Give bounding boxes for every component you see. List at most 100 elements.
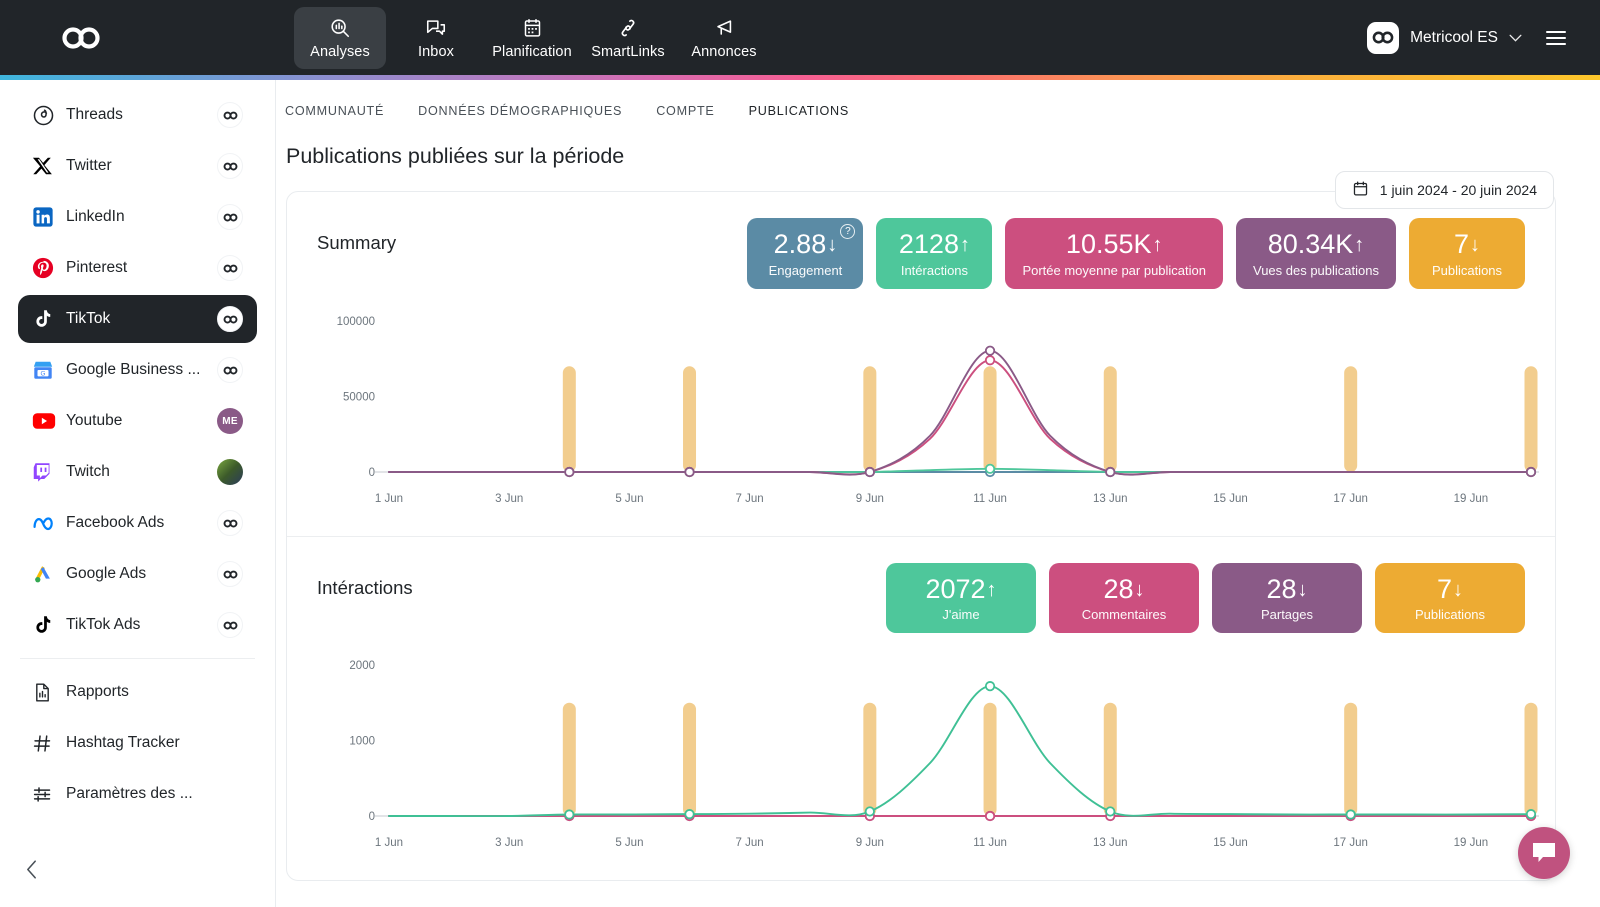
nav-item-analyses[interactable]: Analyses xyxy=(294,6,386,69)
series-line[interactable] xyxy=(388,685,1532,818)
threads-icon xyxy=(32,104,66,127)
publication-bar[interactable] xyxy=(1103,703,1117,817)
kpi-label: Vues des publications xyxy=(1253,262,1379,278)
hamburger-menu-icon[interactable] xyxy=(1544,25,1568,51)
infinity-badge xyxy=(217,306,243,332)
tab-donnees-demographiques[interactable]: DONNÉES DÉMOGRAPHIQUES xyxy=(418,104,622,118)
data-point-marker[interactable] xyxy=(684,809,695,820)
nav-item-annonces[interactable]: Annonces xyxy=(678,7,770,69)
kpi-label: Partages xyxy=(1260,607,1314,623)
nav-label: Annonces xyxy=(691,44,757,60)
kpi-interactions[interactable]: 2128 ↑ Intéractions xyxy=(876,218,993,289)
sidebar-item-rapports[interactable]: Rapports xyxy=(18,668,257,716)
tab-publications[interactable]: PUBLICATIONS xyxy=(749,104,849,118)
publication-bar[interactable] xyxy=(1524,365,1538,472)
data-point-marker[interactable] xyxy=(684,466,695,477)
publication-bar[interactable] xyxy=(1103,365,1117,472)
publication-bar[interactable] xyxy=(683,703,697,817)
data-point-marker[interactable] xyxy=(864,466,875,477)
publication-bar[interactable] xyxy=(983,365,997,472)
data-point-marker[interactable] xyxy=(1525,466,1537,477)
data-point-marker[interactable] xyxy=(984,463,996,474)
publication-bar[interactable] xyxy=(1344,365,1358,472)
interactions-header: Intéractions 2072 ↑ J'aime 28 ↓ Commenta… xyxy=(317,562,1525,634)
tab-communaute[interactable]: COMMUNAUTÉ xyxy=(285,104,384,118)
tab-compte[interactable]: COMPTE xyxy=(656,104,714,118)
publication-bar[interactable] xyxy=(562,365,576,472)
sidebar-item-youtube[interactable]: Youtube ME xyxy=(18,397,257,445)
publication-bar[interactable] xyxy=(863,703,877,817)
kpi-engagement[interactable]: ? 2.88 ↓ Engagement xyxy=(747,218,864,289)
sidebar-item-linkedin[interactable]: LinkedIn xyxy=(18,193,257,241)
kpi-value-group: 80.34K ↑ xyxy=(1268,229,1365,260)
nav-label: Planification xyxy=(492,44,572,60)
publication-bar[interactable] xyxy=(683,365,697,472)
sidebar-item-label: Google Business ... xyxy=(66,361,201,378)
sidebar-item-hashtag-tracker[interactable]: Hashtag Tracker xyxy=(18,719,257,767)
data-point-marker[interactable] xyxy=(1105,806,1116,817)
publication-bar[interactable] xyxy=(1524,703,1538,817)
kpi-value-group: 2.88 ↓ xyxy=(774,229,838,260)
publication-bar[interactable] xyxy=(983,703,997,817)
chevron-left-icon[interactable] xyxy=(26,860,37,885)
data-point-marker[interactable] xyxy=(984,681,996,692)
topnav-right-group: Metricool ES xyxy=(1367,0,1568,75)
linkedin-icon xyxy=(32,206,66,228)
data-point-marker[interactable] xyxy=(1345,809,1356,820)
sidebar-item-tiktok[interactable]: TikTok xyxy=(18,295,257,343)
sidebar-item-twitch[interactable]: Twitch xyxy=(18,448,257,496)
data-point-marker[interactable] xyxy=(984,354,996,366)
x-axis-tick-label: 19 Jun xyxy=(1454,837,1489,849)
kpi-publications-interactions[interactable]: 7 ↓ Publications xyxy=(1375,562,1525,634)
sub-tab-bar: COMMUNAUTÉ DONNÉES DÉMOGRAPHIQUES COMPTE… xyxy=(276,80,1600,118)
infinity-badge xyxy=(217,153,243,179)
data-point-marker[interactable] xyxy=(1525,809,1537,820)
data-point-marker[interactable] xyxy=(984,811,996,822)
analytics-magnifier-icon xyxy=(329,15,351,41)
publication-bar[interactable] xyxy=(562,703,576,817)
data-point-marker[interactable] xyxy=(564,466,575,477)
data-point-marker[interactable] xyxy=(1105,466,1116,477)
sidebar-item-label: Google Ads xyxy=(66,565,147,582)
help-icon[interactable]: ? xyxy=(840,224,856,239)
sidebar-item-tiktok-ads[interactable]: TikTok Ads xyxy=(18,601,257,649)
sidebar-item-label: Paramètres des ... xyxy=(66,785,193,802)
series-line[interactable] xyxy=(388,358,1532,476)
kpi-commentaires[interactable]: 28 ↓ Commentaires xyxy=(1049,562,1199,634)
chat-bubbles-icon xyxy=(425,15,447,41)
sidebar-item-threads[interactable]: Threads xyxy=(18,91,257,139)
kpi-publications[interactable]: 7 ↓ Publications xyxy=(1409,218,1525,289)
publication-bar[interactable] xyxy=(1344,703,1358,817)
youtube-icon xyxy=(32,410,66,432)
data-point-marker[interactable] xyxy=(564,809,575,820)
sidebar-item-twitter[interactable]: Twitter xyxy=(18,142,257,190)
kpi-value-group: 28 ↓ xyxy=(1266,574,1307,605)
x-axis-tick-label: 1 Jun xyxy=(375,493,403,505)
kpi-portee-moyenne[interactable]: 10.55K ↑ Portée moyenne par publication xyxy=(1005,218,1223,289)
chat-support-button[interactable] xyxy=(1518,827,1570,879)
data-point-marker[interactable] xyxy=(864,806,875,817)
kpi-jaime[interactable]: 2072 ↑ J'aime xyxy=(886,562,1036,634)
sidebar-item-label: Hashtag Tracker xyxy=(66,734,180,751)
sidebar-item-google-ads[interactable]: Google Ads xyxy=(18,550,257,598)
data-point-marker[interactable] xyxy=(984,345,996,356)
x-axis-tick-label: 5 Jun xyxy=(615,493,643,505)
sidebar-item-facebook-ads[interactable]: Facebook Ads xyxy=(18,499,257,547)
kpi-value: 7 xyxy=(1453,229,1470,259)
nav-item-smartlinks[interactable]: SmartLinks xyxy=(582,7,674,69)
infinity-badge xyxy=(217,510,243,536)
nav-item-planification[interactable]: Planification xyxy=(486,7,578,69)
date-range-picker[interactable]: 1 juin 2024 - 20 juin 2024 xyxy=(1334,171,1554,209)
account-switcher[interactable]: Metricool ES xyxy=(1367,21,1522,54)
metricool-infinity-logo[interactable] xyxy=(58,23,104,53)
interactions-section: Intéractions 2072 ↑ J'aime 28 ↓ Commenta… xyxy=(287,535,1555,881)
sidebar-item-pinterest[interactable]: Pinterest xyxy=(18,244,257,292)
series-line[interactable] xyxy=(388,349,1532,476)
sidebar-item-google-business[interactable]: G Google Business ... xyxy=(18,346,257,394)
kpi-vues-publications[interactable]: 80.34K ↑ Vues des publications xyxy=(1236,218,1396,289)
nav-item-inbox[interactable]: Inbox xyxy=(390,7,482,69)
infinity-badge xyxy=(217,612,243,638)
sidebar-item-parametres[interactable]: Paramètres des ... xyxy=(18,770,257,818)
kpi-partages[interactable]: 28 ↓ Partages xyxy=(1212,562,1362,634)
publication-bar[interactable] xyxy=(863,365,877,472)
